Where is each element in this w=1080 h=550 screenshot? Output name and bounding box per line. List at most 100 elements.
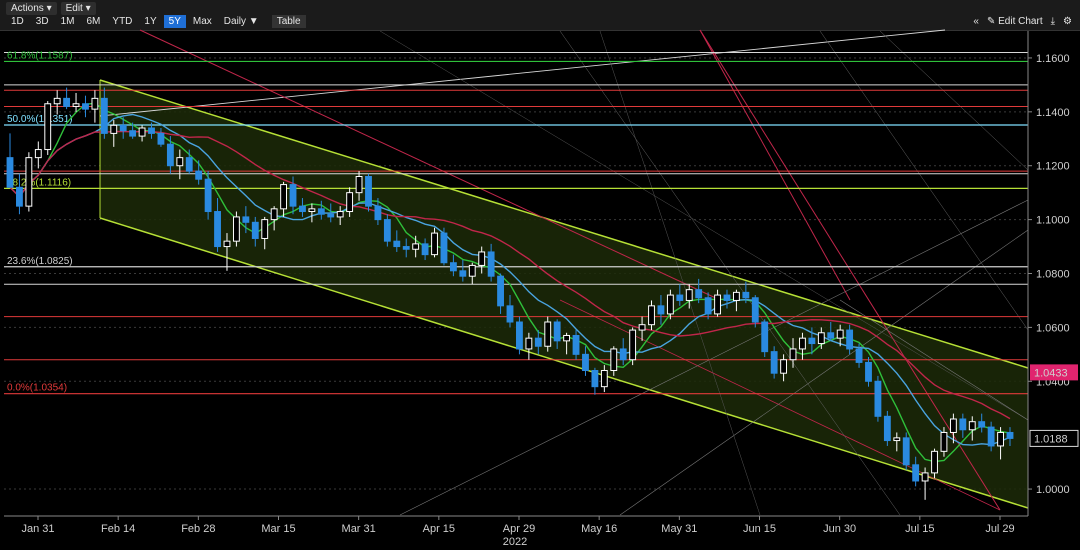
candle-body (921, 472, 929, 482)
candle-body (91, 97, 99, 110)
candle-body (242, 216, 250, 223)
x-tick-label: Feb 28 (181, 523, 215, 535)
candle (761, 319, 769, 358)
candle (544, 316, 552, 352)
candle-body (72, 103, 80, 107)
y-tick-label: 1.0000 (1036, 484, 1070, 496)
candle-body (648, 305, 655, 326)
candle-body (383, 219, 391, 242)
x-tick-label: Jul 15 (905, 523, 934, 535)
candle-body (355, 176, 363, 194)
candle-body (195, 170, 203, 180)
candle-body (327, 213, 335, 218)
y-tick-label: 1.0600 (1036, 322, 1070, 334)
candle-body (374, 205, 382, 221)
candle-body (940, 431, 948, 452)
candle-body (251, 221, 259, 239)
candle-body (629, 329, 637, 361)
candle-body (610, 348, 618, 372)
candle-body (808, 337, 816, 345)
candle-body (525, 337, 533, 350)
candle-body (789, 348, 797, 361)
candle-body (16, 186, 23, 207)
candle-body (1006, 431, 1014, 439)
candle-body (846, 329, 854, 350)
candle-body (723, 294, 731, 301)
candle-body (817, 332, 825, 345)
candle-body (572, 334, 580, 355)
candle-body (987, 426, 995, 447)
candle (516, 316, 523, 355)
y-tick-label: 1.1400 (1036, 107, 1070, 119)
candle (883, 410, 891, 446)
fib-label: 38.2%(1.1116) (7, 177, 71, 188)
candle-body (412, 243, 420, 250)
candle-body (751, 297, 759, 323)
candle-body (893, 437, 901, 442)
candle (44, 101, 52, 155)
candle-body (883, 415, 891, 442)
y-tick-label: 1.1000 (1036, 215, 1070, 227)
candle-body (874, 380, 882, 417)
candle-body (506, 305, 514, 323)
candle-body (959, 418, 967, 431)
candle-body (440, 232, 448, 264)
candle-body (582, 353, 589, 372)
candle-body (865, 361, 872, 382)
candle-body (148, 127, 155, 134)
channel-layer (4, 31, 1029, 516)
candle (440, 227, 448, 266)
x-tick-label: Jun 30 (823, 523, 856, 535)
candle-body (516, 321, 523, 350)
candle-body (695, 289, 703, 299)
candle (25, 152, 33, 212)
candle-body (912, 464, 920, 482)
candle-body (402, 246, 410, 250)
candle-body (591, 370, 599, 388)
candle-body (232, 216, 240, 242)
candle-body (855, 348, 863, 363)
candle-body (714, 294, 721, 315)
candle-body (657, 305, 665, 315)
candle-body (780, 359, 788, 374)
candle-body (25, 157, 33, 207)
candle-body (968, 421, 976, 431)
candle (365, 173, 372, 212)
candle-body (544, 321, 552, 347)
candle-body (761, 321, 769, 353)
candle-body (317, 208, 325, 215)
candle-body (223, 240, 231, 248)
candle-body (478, 251, 486, 266)
candle-body (308, 208, 316, 213)
candle-body (563, 334, 571, 342)
candle-body (261, 219, 269, 239)
candle-body (997, 431, 1004, 447)
x-tick-label: Feb 14 (101, 523, 135, 535)
candle-body (770, 351, 778, 374)
price-badge-label: 1.0188 (1034, 433, 1068, 445)
x-tick-label: May 16 (581, 523, 617, 535)
candle-body (289, 184, 297, 207)
candle-body (365, 176, 372, 207)
candle-body (497, 275, 504, 307)
y-tick-label: 1.1200 (1036, 161, 1070, 173)
fib-label: 50.0%(1.1351) (7, 114, 73, 125)
candle-body (468, 264, 476, 277)
candle-body (280, 184, 288, 210)
x-tick-label: Apr 15 (423, 523, 455, 535)
candle-body (421, 243, 429, 256)
candle (874, 375, 882, 422)
candle-body (393, 240, 401, 248)
candle-body (299, 205, 306, 213)
candle-body (44, 103, 52, 151)
candle-body (685, 289, 693, 301)
price-chart[interactable]: 61.8%(1.1587) 50.0%(1.1351) 38.2%(1.1116) 2… (0, 0, 1080, 550)
candle-body (185, 157, 193, 172)
candle-body (676, 294, 684, 301)
candle-body (827, 332, 835, 339)
fib-label: 61.8%(1.1587) (7, 50, 73, 61)
candle-body (836, 329, 844, 339)
x-tick-label: Jun 15 (743, 523, 776, 535)
candle-body (63, 97, 71, 107)
candle-body (82, 103, 89, 110)
